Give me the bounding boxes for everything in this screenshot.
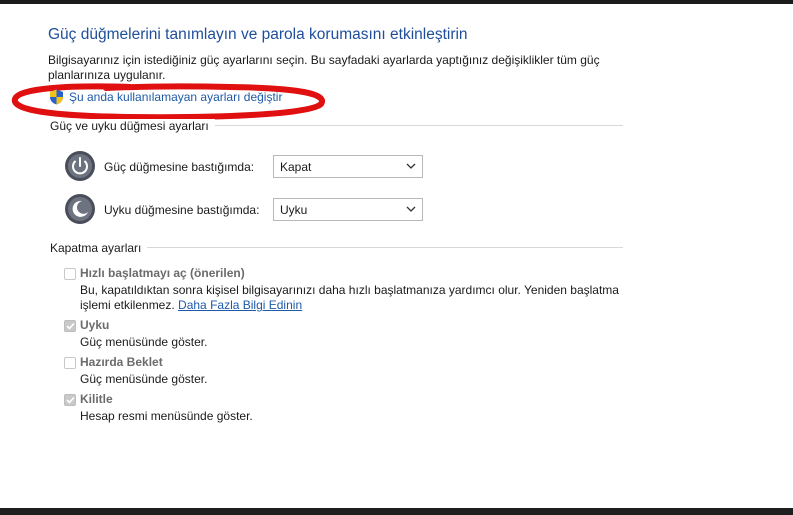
power-icon — [65, 151, 95, 181]
checkmark-icon — [66, 396, 75, 404]
power-button-action-select[interactable]: Kapat — [273, 155, 423, 178]
power-button-action-value: Kapat — [280, 160, 312, 174]
sleep-option-description: Güç menüsünde göster. — [80, 335, 208, 349]
fast-startup-label: Hızlı başlatmayı aç (önerilen) — [80, 266, 245, 280]
chevron-down-icon — [406, 206, 416, 212]
sleep-option-label: Uyku — [80, 318, 110, 332]
page-title: Güç düğmelerini tanımlayın ve parola kor… — [48, 26, 468, 43]
lock-option-description: Hesap resmi menüsünde göster. — [80, 409, 253, 423]
window-top-edge — [0, 0, 793, 4]
sleep-button-label: Uyku düğmesine bastığımda: — [104, 203, 260, 217]
lock-checkbox[interactable] — [64, 394, 76, 406]
uac-shield-icon — [50, 89, 63, 105]
change-unavailable-settings-link[interactable]: Şu anda kullanılamayan ayarları değiştir — [69, 90, 282, 104]
sleep-icon — [65, 194, 95, 224]
checkmark-icon — [66, 322, 75, 330]
fast-startup-desc-text: Bu, kapatıldıktan sonra kişisel bilgisay… — [80, 283, 619, 312]
sleep-button-action-value: Uyku — [280, 203, 308, 217]
learn-more-link[interactable]: Daha Fazla Bilgi Edinin — [178, 298, 302, 312]
fast-startup-checkbox[interactable] — [64, 268, 76, 280]
lock-option-label: Kilitle — [80, 392, 113, 406]
page-description: Bilgisayarınız için istediğiniz güç ayar… — [48, 53, 600, 82]
power-button-label: Güç düğmesine bastığımda: — [104, 160, 255, 174]
window-bottom-edge — [0, 508, 793, 515]
hibernate-option-description: Güç menüsünde göster. — [80, 372, 208, 386]
hibernate-checkbox[interactable] — [64, 357, 76, 369]
chevron-down-icon — [406, 163, 416, 169]
fast-startup-description: Bu, kapatıldıktan sonra kişisel bilgisay… — [80, 283, 620, 313]
hibernate-option-label: Hazırda Beklet — [80, 355, 163, 369]
section-title-power-buttons: Güç ve uyku düğmesi ayarları — [50, 119, 215, 133]
section-title-shutdown: Kapatma ayarları — [50, 241, 148, 255]
sleep-checkbox[interactable] — [64, 320, 76, 332]
sleep-button-action-select[interactable]: Uyku — [273, 198, 423, 221]
